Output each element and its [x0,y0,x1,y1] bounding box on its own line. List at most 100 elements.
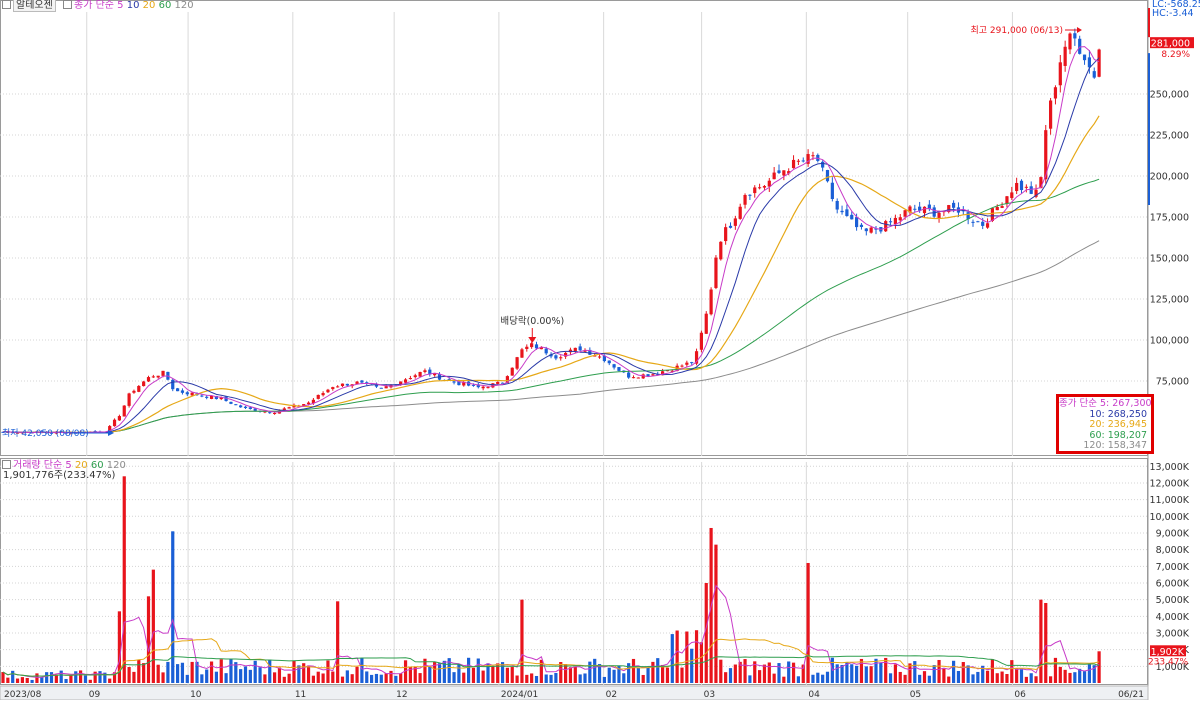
vol-toggle-icon[interactable] [2,460,11,469]
volume-bar [59,670,63,683]
candle-body [1015,182,1019,192]
volume-bar [79,670,83,683]
volume-bar [922,671,927,683]
candle-body [685,362,689,365]
stock-name[interactable]: 알테오젠 [13,0,56,12]
volume-bar [122,476,126,683]
candle-body [306,402,311,405]
volume-bar [263,674,267,683]
date-tick-label: 2024/01 [501,690,538,700]
ma-legend-box: 종가 단순 5: 267,300 10: 268,250 20: 236,945… [1056,394,1154,454]
candle-body [971,221,975,223]
volume-bar [636,667,640,683]
volume-bar [25,677,29,683]
candle-body [801,160,805,162]
volume-bar [151,569,155,683]
volume-bar [1000,671,1004,683]
candle-body [520,349,524,358]
volume-bar [530,673,534,683]
ma-label[interactable]: 종가 단순 [74,0,114,11]
volume-bar [859,658,864,683]
candle-body [316,394,320,399]
legend-ma120: 120: 158,347 [1083,440,1147,451]
candle-body [205,396,209,398]
price-tag-change: 8.29% [1161,50,1190,60]
volume-bar [176,664,180,683]
price-tick-label: 150,000 [1150,254,1189,265]
ma-period-5: 5 [117,0,124,11]
candle-body [554,355,558,359]
volume-bar [534,675,539,683]
volume-bar [20,677,24,683]
volume-bar [389,670,393,683]
volume-bar [835,664,839,683]
candle-body [864,228,868,232]
volume-bar [166,661,170,683]
volume-bar [821,674,825,683]
price-tag-value: 281,000 [1151,39,1190,50]
candle-body [544,348,548,354]
candle-body [1019,180,1024,191]
candle-body [534,344,539,349]
volume-bar [452,672,456,683]
ma-toggle-icon[interactable] [63,0,72,9]
volume-bar [161,672,165,683]
volume-bar [554,672,558,683]
volume-bar [365,671,369,683]
price-tick-label: 200,000 [1150,172,1189,183]
volume-bar [1015,668,1019,683]
volume-bar [1068,672,1072,683]
volume-bar [462,672,466,683]
volume-bar [947,676,951,683]
candle-body [627,372,631,378]
candle-body [142,381,146,387]
volume-bar [728,668,733,683]
volume-bar [762,664,767,683]
volume-bar [355,666,359,683]
volume-bar [243,666,248,683]
volume-bar [340,676,345,683]
candle-body [811,155,815,157]
volume-bar [491,666,495,683]
volume-bar [903,674,907,683]
volume-bar [306,665,311,683]
panel-toggle-icon[interactable] [2,0,11,9]
volume-bar [665,667,670,683]
volume-bar [874,658,878,683]
volume-bar [74,671,78,683]
candle-body [1063,46,1067,66]
candle-body [1053,87,1058,99]
volume-bar [864,666,868,683]
candle-body [171,379,175,390]
candle-body [719,241,723,260]
volume-bar [394,675,398,683]
volume-bar [675,630,679,683]
candle-body [515,357,519,369]
volume-bar [321,673,325,683]
ma-period-60: 60 [158,0,172,11]
date-tick-label: 12 [396,690,407,700]
chart-stage[interactable]: 100,000 125,000 150,000 175,000 200,000 225,0… [0,0,1200,701]
volume-bar [1005,674,1009,683]
volume-bar [287,673,291,683]
candle-body [510,367,514,376]
volume-bar [467,657,471,683]
volume-bar [209,661,214,683]
date-tick-label: 05 [910,690,921,700]
volume-bar [350,674,354,683]
volume-tick-label: 12,000K [1150,478,1190,489]
volume-bar [437,663,442,683]
volume-bar [733,664,737,683]
volume-bar [15,678,20,683]
date-tick-label: 09 [89,690,101,700]
date-tick-label: 2023/08 [4,690,42,700]
volume-bar [219,659,223,683]
candle-body [190,392,194,396]
candle-body [1073,33,1077,39]
volume-bar [777,663,781,683]
volume-bar [782,676,786,683]
candle-body [525,346,529,349]
legend-ma20: 20: 236,945 [1089,419,1147,430]
candle-body [893,217,897,225]
chart-svg[interactable]: 100,000 125,000 150,000 175,000 200,000 225,0… [0,0,1200,701]
